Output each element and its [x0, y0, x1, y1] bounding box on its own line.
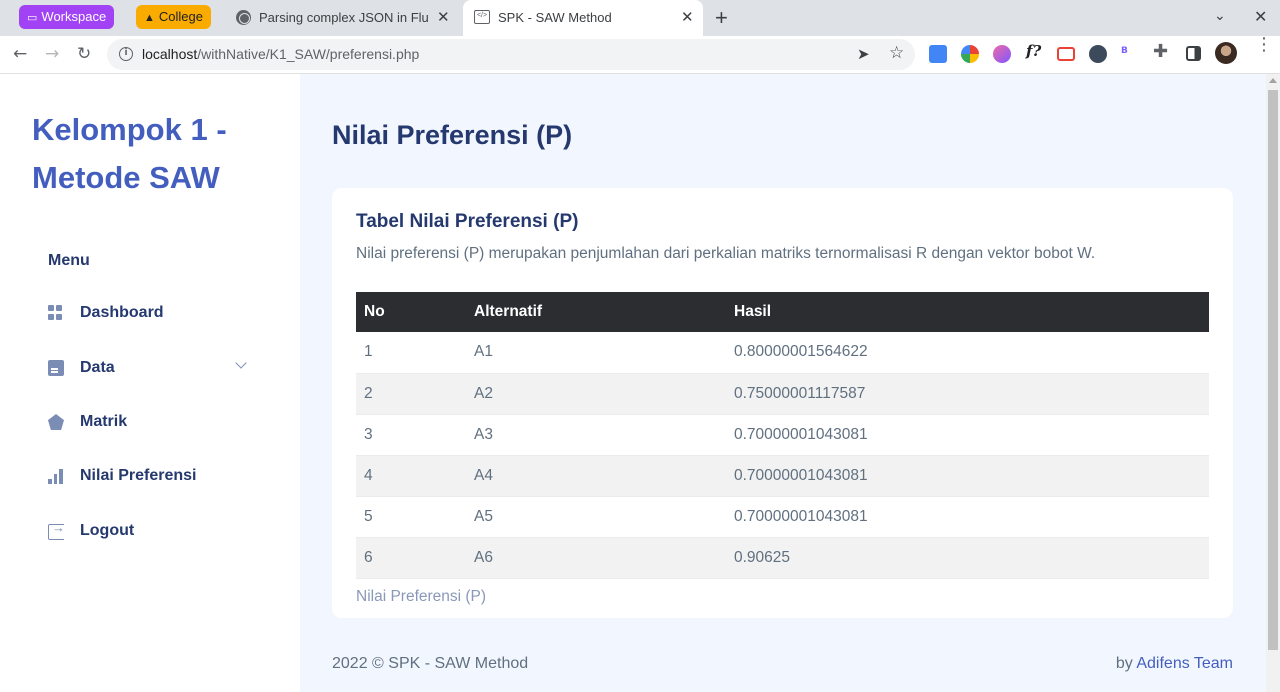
tab-title: SPK - SAW Method: [498, 10, 612, 25]
laptop-icon: ▭: [27, 12, 38, 24]
sidebar-item-dashboard[interactable]: Dashboard: [40, 293, 260, 333]
cell-alternatif: A4: [466, 455, 726, 497]
reload-icon[interactable]: ↻: [77, 44, 91, 64]
column-header-no[interactable]: No: [356, 292, 466, 332]
bookmark-star-icon[interactable]: ☆: [889, 43, 904, 63]
url-host: localhost: [142, 46, 198, 62]
cell-hasil: 0.90625: [726, 537, 1209, 579]
tab-group-college[interactable]: ▲ College: [136, 5, 211, 29]
sidebar-item-label: Logout: [80, 522, 135, 539]
table-row: 5 A5 0.70000001043081: [356, 496, 1209, 538]
brand-title[interactable]: Kelompok 1 - Metode SAW: [32, 106, 272, 202]
cell-no: 2: [356, 373, 466, 415]
window-close-icon[interactable]: ✕: [1254, 7, 1267, 26]
footer-team-link[interactable]: Adifens Team: [1136, 655, 1233, 672]
table-row: 4 A4 0.70000001043081: [356, 455, 1209, 497]
cell-no: 6: [356, 537, 466, 579]
side-panel-icon[interactable]: [1186, 46, 1201, 61]
pentagon-icon: [48, 414, 64, 430]
grid-icon: [48, 305, 64, 321]
back-arrow-icon[interactable]: ←: [13, 44, 27, 64]
sidebar-item-label: Matrik: [80, 413, 128, 430]
column-header-alternatif[interactable]: Alternatif: [466, 292, 726, 332]
browser-toolbar: ← → ↻ i localhost/withNative/K1_SAW/pref…: [0, 36, 1280, 74]
font-finder-extension-icon[interactable]: f?: [1026, 42, 1041, 60]
table-caption: Nilai Preferensi (P): [356, 588, 487, 605]
preferensi-card: Tabel Nilai Preferensi (P) Nilai prefere…: [332, 188, 1233, 618]
chevron-down-icon[interactable]: ⌄: [1214, 8, 1226, 24]
globe-icon: [236, 10, 251, 25]
cell-alternatif: A3: [466, 414, 726, 456]
url-path: /withNative/K1_SAW/preferensi.php: [197, 46, 420, 62]
close-tab-icon[interactable]: ✕: [437, 8, 450, 26]
cell-hasil: 0.75000001117587: [726, 373, 1209, 415]
more-menu-icon[interactable]: ⋮: [1255, 36, 1273, 54]
cell-no: 4: [356, 455, 466, 497]
sidebar-item-logout[interactable]: Logout: [40, 511, 260, 551]
browser-tab-bar: ▭ Workspace ▲ College Parsing complex JSON…: [0, 0, 1280, 36]
b-extension-icon[interactable]: B: [1121, 46, 1128, 56]
tab-group-workspace[interactable]: ▭ Workspace: [19, 5, 115, 29]
table-header-row: No Alternatif Hasil: [356, 292, 1209, 332]
menu-heading: Menu: [48, 252, 90, 269]
column-header-hasil[interactable]: Hasil: [726, 292, 1209, 332]
cell-hasil: 0.70000001043081: [726, 455, 1209, 497]
cell-no: 5: [356, 496, 466, 538]
card-subtitle: Nilai preferensi (P) merupakan penjumlah…: [356, 245, 1096, 262]
sidebar-item-label: Dashboard: [80, 304, 164, 321]
sidebar-item-label: Nilai Preferensi: [80, 467, 197, 484]
cell-alternatif: A6: [466, 537, 726, 579]
page-title: Nilai Preferensi (P): [332, 120, 573, 150]
table-row: 1 A1 0.80000001564622: [356, 332, 1209, 374]
tab-title: Parsing complex JSON in Flutter: [259, 10, 429, 25]
cell-hasil: 0.70000001043081: [726, 414, 1209, 456]
picture-in-picture-extension-icon[interactable]: [1057, 47, 1075, 61]
url-text[interactable]: localhost/withNative/K1_SAW/preferensi.p…: [142, 46, 419, 62]
table-row: 6 A6 0.90625: [356, 537, 1209, 579]
bar-chart-icon: [48, 468, 64, 484]
cell-no: 3: [356, 414, 466, 456]
profile-avatar[interactable]: [1215, 42, 1237, 64]
file-icon: [48, 360, 64, 376]
scrollbar-thumb[interactable]: [1268, 90, 1278, 650]
cell-hasil: 0.80000001564622: [726, 332, 1209, 374]
sidebar: Kelompok 1 - Metode SAW Menu Dashboard D…: [0, 74, 300, 692]
cell-alternatif: A5: [466, 496, 726, 538]
puzzle-extensions-icon[interactable]: ✚: [1153, 41, 1168, 62]
info-icon[interactable]: i: [119, 47, 133, 61]
send-icon[interactable]: ➤: [857, 45, 870, 63]
cell-no: 1: [356, 332, 466, 374]
translate-extension-icon[interactable]: [929, 45, 947, 63]
footer-by-label: by: [1115, 655, 1133, 672]
table-row: 3 A3 0.70000001043081: [356, 414, 1209, 456]
address-bar[interactable]: i localhost/withNative/K1_SAW/preferensi…: [107, 39, 915, 70]
cursor-extension-icon[interactable]: [1089, 45, 1107, 63]
logout-icon: [48, 520, 65, 540]
cell-alternatif: A1: [466, 332, 726, 374]
cell-hasil: 0.70000001043081: [726, 496, 1209, 538]
graduation-cap-icon: ▲: [144, 12, 155, 24]
tab-spk-saw[interactable]: </> SPK - SAW Method ✕: [463, 0, 703, 36]
close-tab-icon[interactable]: ✕: [681, 8, 694, 26]
footer-copyright: 2022 © SPK - SAW Method: [332, 655, 529, 672]
new-tab-icon[interactable]: +: [715, 5, 728, 31]
forward-arrow-icon[interactable]: →: [45, 44, 59, 64]
sidebar-item-data[interactable]: Data: [40, 348, 260, 388]
sidebar-item-label: Data: [80, 359, 115, 376]
footer-credit: by Adifens Team: [1116, 655, 1233, 673]
card-title: Tabel Nilai Preferensi (P): [356, 211, 579, 232]
table-row: 2 A2 0.75000001117587: [356, 373, 1209, 415]
gradient-extension-icon[interactable]: [993, 45, 1011, 63]
page-content: Kelompok 1 - Metode SAW Menu Dashboard D…: [0, 74, 1266, 692]
scroll-up-arrow-icon[interactable]: [1269, 78, 1277, 83]
chevron-down-icon[interactable]: [235, 357, 247, 369]
page-scrollbar[interactable]: [1266, 74, 1280, 692]
sidebar-item-matrik[interactable]: Matrik: [40, 402, 260, 442]
code-page-icon: </>: [474, 10, 490, 24]
tab-parsing-json[interactable]: Parsing complex JSON in Flutter ✕: [225, 0, 461, 36]
sidebar-item-nilai-preferensi[interactable]: Nilai Preferensi: [40, 456, 260, 496]
preferensi-table: No Alternatif Hasil 1 A1 0.8000000156462…: [356, 292, 1209, 579]
color-picker-extension-icon[interactable]: [961, 45, 979, 63]
cell-alternatif: A2: [466, 373, 726, 415]
